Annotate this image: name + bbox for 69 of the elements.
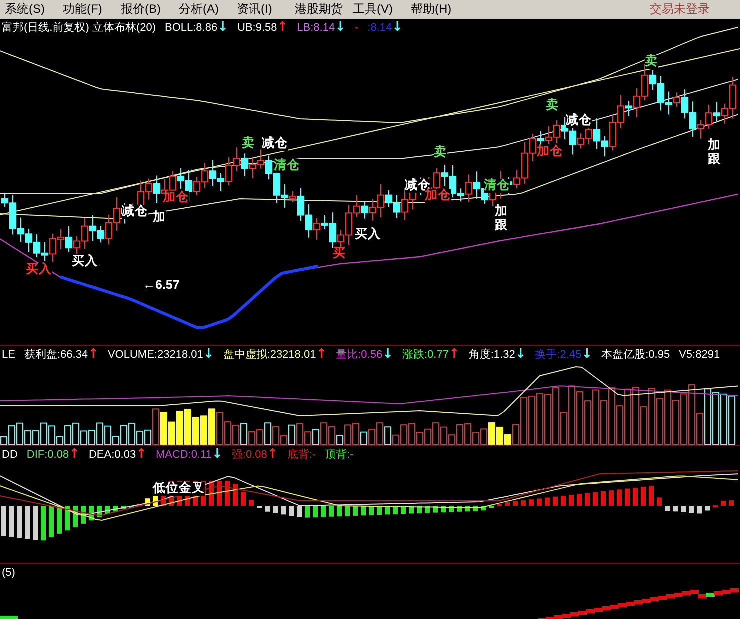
indicator-value: 换手:2.45 — [535, 348, 582, 362]
indicator-value: 强:0.08 — [232, 448, 268, 462]
menu-item[interactable]: 资讯(I) — [236, 1, 294, 18]
trend-arrow: ↓ — [218, 21, 228, 34]
signal-label: 加 — [153, 211, 166, 225]
trend-arrow: ↑ — [69, 448, 80, 461]
signal-label: 加跟 — [708, 139, 720, 166]
indicator-value: 盘中虚拟:23218.01 — [223, 348, 316, 362]
signal-label: 加跟 — [495, 205, 508, 232]
signal-label: 买 — [333, 247, 346, 261]
indicator-value: VOLUME:23218.01 — [108, 348, 204, 360]
trend-arrow: ↑ — [88, 348, 99, 361]
trend-arrow: ↓ — [335, 21, 346, 34]
indicator-value: (5) — [2, 566, 16, 578]
menu-item[interactable]: 分析(A) — [178, 1, 236, 18]
menu-item[interactable]: 报价(B) — [120, 1, 178, 18]
trend-arrow: ↓ — [203, 348, 214, 361]
signal-label: 买入 — [72, 255, 98, 269]
login-status: 交易未登录 — [650, 1, 710, 18]
indicator-value: LB:8.14 — [297, 22, 336, 34]
signal-label: 清仓 — [274, 159, 300, 173]
indicator-value: :8.14 — [368, 22, 392, 34]
trend-arrow: ↑ — [316, 348, 328, 361]
signal-label: 买入 — [355, 228, 381, 242]
trend-arrow: ↓ — [515, 348, 526, 361]
indicator-value: - — [354, 22, 359, 34]
indicator-value: 底背:- — [287, 448, 316, 462]
trend-arrow: ↓ — [392, 21, 404, 34]
signal-label: 减仓 — [262, 137, 288, 151]
indicator-value: 富邦(日线.前复权) 立体布林(20) — [2, 20, 156, 35]
indicator-value: MACD:0.11 — [156, 448, 212, 460]
menu-item[interactable]: 工具(V) — [352, 1, 410, 18]
trend-segment — [0, 616, 18, 619]
trend-arrow: ↑ — [267, 448, 278, 461]
trend-arrow: ↓ — [582, 348, 593, 361]
signal-label: 减仓 — [122, 205, 148, 219]
indicator-value: LE — [2, 348, 16, 360]
indicator-value: 获利盘:66.34 — [24, 348, 88, 362]
signal-label: 低位金叉 — [153, 482, 205, 496]
signal-label: 加仓 — [425, 189, 451, 203]
indicator-value: 角度:1.32 — [468, 348, 516, 362]
menu-item[interactable]: 功能(F) — [62, 1, 120, 18]
signal-label: 减仓 — [566, 114, 592, 128]
trend-arrow: ↑ — [136, 448, 147, 461]
indicator-value: DEA:0.03 — [88, 448, 136, 460]
signal-label: 买入 — [26, 263, 52, 277]
menu-item[interactable]: 系统(S) — [4, 1, 62, 18]
signal-label: 卖 — [434, 146, 447, 160]
signal-label: 卖 — [645, 55, 658, 69]
signal-label: 清仓 — [484, 179, 510, 193]
indicator-value: BOLL:8.86 — [165, 22, 218, 34]
indicator-value: DIF:0.08 — [26, 448, 70, 460]
signal-label: 卖 — [546, 99, 559, 113]
indicator-value: DD — [2, 448, 18, 460]
indicator-value: 涨跌:0.77 — [402, 348, 449, 362]
trend-arrow: ↓ — [382, 348, 394, 361]
signal-label: 加仓 — [537, 145, 563, 159]
indicator-value: V5:8291 — [679, 348, 720, 360]
indicator-value: 本盘亿股:0.95 — [602, 348, 670, 362]
menu-item[interactable]: 帮助(H) — [410, 1, 468, 18]
trend-arrow: ↓ — [212, 448, 223, 461]
signal-label: 加仓 — [163, 191, 189, 205]
indicator-value: 量比:0.56 — [336, 348, 383, 362]
trend-arrow: ↑ — [277, 21, 288, 34]
indicator-value: UB:9.58 — [238, 22, 278, 34]
trend-arrow: ↑ — [448, 348, 460, 361]
menu-item[interactable]: 港股期货 — [294, 1, 352, 18]
indicator-value: 顶背:- — [325, 448, 354, 462]
signal-label: 卖 — [242, 137, 255, 151]
